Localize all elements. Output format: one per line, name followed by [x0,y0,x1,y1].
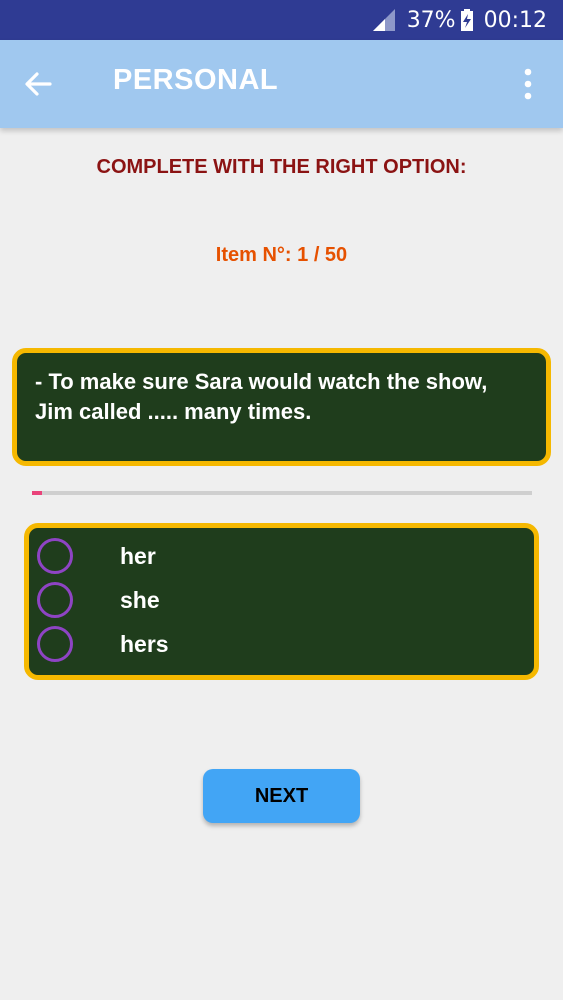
radio-button[interactable] [37,582,73,618]
battery-percent: 37% [406,7,456,33]
item-counter: Item N°: 1 / 50 [215,244,348,266]
battery-charging-icon [460,9,473,31]
question-text: - To make sure Sara would watch the show… [35,369,488,424]
next-button[interactable]: NEXT [203,769,360,823]
options-box: her she hers [24,523,539,680]
radio-button[interactable] [37,626,73,662]
question-box: - To make sure Sara would watch the show… [12,348,551,466]
app-bar: PERSONAL [0,40,563,128]
option-label: hers [120,630,169,657]
option-she[interactable]: she [37,580,517,620]
instruction-heading: COMPLETE WITH THE RIGHT OPTION: [96,156,467,178]
page-title: PERSONAL [113,64,279,96]
arrow-left-icon[interactable] [22,68,54,100]
option-hers[interactable]: hers [37,624,517,664]
option-her[interactable]: her [37,536,517,576]
progress-fill [32,491,42,495]
progress-bar [32,491,532,495]
signal-icon [372,9,395,31]
option-label: she [120,586,160,613]
clock: 00:12 [483,7,547,33]
status-bar: 37% 00:12 [0,0,563,40]
more-vertical-icon[interactable] [518,66,538,102]
option-label: her [120,542,156,569]
radio-button[interactable] [37,538,73,574]
